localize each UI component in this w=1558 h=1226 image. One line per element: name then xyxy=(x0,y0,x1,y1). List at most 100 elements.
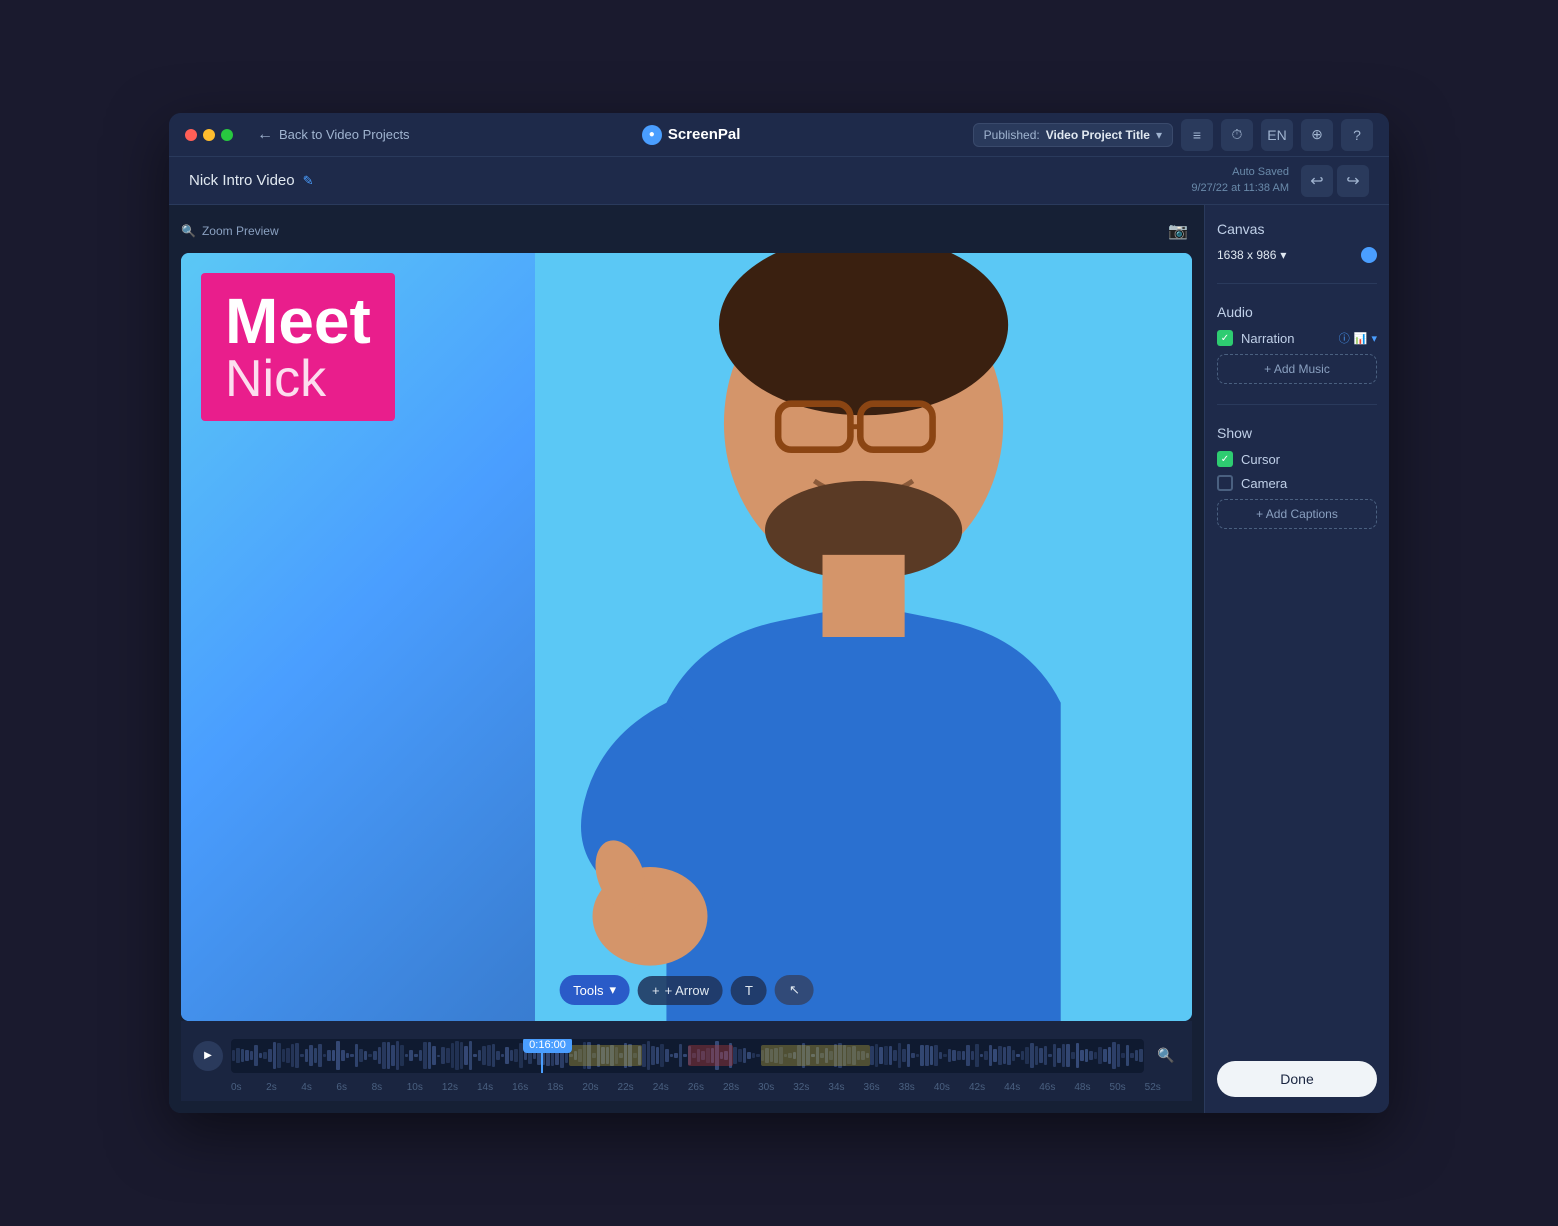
zoom-preview-button[interactable]: 🔍 Zoom Preview xyxy=(181,224,279,238)
app-window: ← Back to Video Projects ● ScreenPal Pub… xyxy=(169,113,1389,1113)
timecode-label: 18s xyxy=(547,1082,582,1093)
done-button[interactable]: Done xyxy=(1217,1061,1377,1097)
titlebar: ← Back to Video Projects ● ScreenPal Pub… xyxy=(169,113,1389,157)
subheader: Nick Intro Video ✎ Auto Saved 9/27/22 at… xyxy=(169,157,1389,205)
video-preview[interactable]: Meet Nick Tools ▾ + + Arrow xyxy=(181,253,1192,1021)
right-panel: Canvas 1638 x 986 ▾ Audio ✓ Narrat xyxy=(1204,205,1389,1113)
autosave-date: 9/27/22 at 11:38 AM xyxy=(1191,181,1289,196)
timecode-label: 22s xyxy=(618,1082,653,1093)
show-title: Show xyxy=(1217,425,1377,441)
history-icon[interactable]: ⏱ xyxy=(1221,119,1253,151)
edit-title-icon[interactable]: ✎ xyxy=(303,173,314,189)
cursor-checkbox[interactable]: ✓ xyxy=(1217,451,1233,467)
timecode-label: 48s xyxy=(1074,1082,1109,1093)
timecode-label: 12s xyxy=(442,1082,477,1093)
redo-button[interactable]: ↪ xyxy=(1337,165,1369,197)
canvas-color-indicator[interactable] xyxy=(1361,247,1377,263)
chevron-down-icon: ▾ xyxy=(1156,128,1162,142)
zoom-icon: 🔍 xyxy=(181,224,196,238)
checkmark-icon: ✓ xyxy=(1221,333,1229,344)
back-button[interactable]: ← Back to Video Projects xyxy=(257,126,410,144)
menu-icon[interactable]: ≡ xyxy=(1181,119,1213,151)
timecode-label: 30s xyxy=(758,1082,793,1093)
arrow-tool-button[interactable]: + + Arrow xyxy=(638,976,723,1005)
narration-icons: ⓘ 📊 ▾ xyxy=(1339,330,1377,346)
canvas-size-value: 1638 x 986 xyxy=(1217,248,1276,262)
titlebar-center: ● ScreenPal xyxy=(422,125,961,145)
camera-row: Camera xyxy=(1217,475,1377,491)
logo-icon: ● xyxy=(642,125,662,145)
timecode-label: 10s xyxy=(407,1082,442,1093)
canvas-section: Canvas 1638 x 986 ▾ xyxy=(1217,221,1377,263)
show-section: Show ✓ Cursor Camera + Add Captions xyxy=(1217,425,1377,529)
maximize-button[interactable] xyxy=(221,129,233,141)
main-content: 🔍 Zoom Preview 📷 xyxy=(169,205,1389,1113)
undo-redo-controls: ↩ ↪ xyxy=(1301,165,1369,197)
add-music-button[interactable]: + Add Music xyxy=(1217,354,1377,384)
canvas-size-chevron-icon: ▾ xyxy=(1280,248,1286,262)
yellow-segment xyxy=(569,1045,642,1065)
autosave-text: Auto Saved 9/27/22 at 11:38 AM xyxy=(1191,165,1289,196)
traffic-lights xyxy=(185,129,233,141)
add-captions-button[interactable]: + Add Captions xyxy=(1217,499,1377,529)
timecode-label: 40s xyxy=(934,1082,969,1093)
autosave-label: Auto Saved xyxy=(1191,165,1289,180)
cursor-row: ✓ Cursor xyxy=(1217,451,1377,467)
timecode-label: 26s xyxy=(688,1082,723,1093)
undo-button[interactable]: ↩ xyxy=(1301,165,1333,197)
narration-row: ✓ Narration ⓘ 📊 ▾ xyxy=(1217,330,1377,346)
editor-area: 🔍 Zoom Preview 📷 xyxy=(169,205,1204,1113)
timecode-label: 24s xyxy=(653,1082,688,1093)
timecode-label: 16s xyxy=(512,1082,547,1093)
layers-icon[interactable]: ⊕ xyxy=(1301,119,1333,151)
timecode-label: 8s xyxy=(372,1082,407,1093)
publish-dropdown[interactable]: Published: Video Project Title ▾ xyxy=(973,123,1173,147)
minimize-button[interactable] xyxy=(203,129,215,141)
back-label: Back to Video Projects xyxy=(279,127,410,142)
tools-overlay: Tools ▾ + + Arrow T ↖ xyxy=(559,975,814,1005)
screenshot-button[interactable]: 📷 xyxy=(1164,217,1192,245)
timecode-label: 52s xyxy=(1145,1082,1180,1093)
canvas-size-dropdown[interactable]: 1638 x 986 ▾ xyxy=(1217,248,1286,262)
timeline: ▶ 0:16:00 🔍 0s xyxy=(181,1021,1192,1101)
camera-checkbox[interactable] xyxy=(1217,475,1233,491)
zoom-preview-label: Zoom Preview xyxy=(202,224,279,238)
canvas-title: Canvas xyxy=(1217,221,1377,237)
back-arrow-icon: ← xyxy=(257,126,273,144)
text-tool-button[interactable]: T xyxy=(731,976,767,1005)
audio-show-divider xyxy=(1217,404,1377,405)
timecode-label: 34s xyxy=(828,1082,863,1093)
help-icon[interactable]: ? xyxy=(1341,119,1373,151)
autosave-section: Auto Saved 9/27/22 at 11:38 AM ↩ ↪ xyxy=(1191,165,1369,197)
close-button[interactable] xyxy=(185,129,197,141)
timeline-track[interactable]: 0:16:00 xyxy=(231,1039,1144,1073)
narration-chevron-icon[interactable]: ▾ xyxy=(1371,332,1377,345)
tools-button[interactable]: Tools ▾ xyxy=(559,975,630,1005)
publish-label: Published: xyxy=(984,128,1040,142)
narration-label: Narration xyxy=(1241,331,1294,346)
meet-text: Meet xyxy=(225,289,371,353)
cursor-checkmark-icon: ✓ xyxy=(1221,454,1229,465)
info-icon[interactable]: ⓘ xyxy=(1339,330,1350,346)
timeline-search-button[interactable]: 🔍 xyxy=(1152,1042,1180,1070)
cursor-tool-button[interactable]: ↖ xyxy=(775,975,814,1005)
narration-checkbox[interactable]: ✓ xyxy=(1217,330,1233,346)
timecode-label: 28s xyxy=(723,1082,758,1093)
nick-text: Nick xyxy=(225,353,371,405)
person-image xyxy=(535,253,1192,1021)
language-icon[interactable]: EN xyxy=(1261,119,1293,151)
tools-label: Tools xyxy=(573,983,603,998)
video-background: Meet Nick Tools ▾ + + Arrow xyxy=(181,253,1192,1021)
timecode-label: 38s xyxy=(899,1082,934,1093)
logo-text: ScreenPal xyxy=(668,126,741,143)
publish-title: Video Project Title xyxy=(1046,128,1150,142)
project-title: Nick Intro Video xyxy=(189,172,295,189)
timecode-label: 42s xyxy=(969,1082,1004,1093)
add-captions-label: + Add Captions xyxy=(1256,507,1338,521)
play-button[interactable]: ▶ xyxy=(193,1041,223,1071)
logo: ● ScreenPal xyxy=(642,125,741,145)
play-icon: ▶ xyxy=(204,1050,212,1061)
timecode-label: 46s xyxy=(1039,1082,1074,1093)
add-music-label: + Add Music xyxy=(1264,362,1330,376)
chart-icon[interactable]: 📊 xyxy=(1354,332,1368,345)
